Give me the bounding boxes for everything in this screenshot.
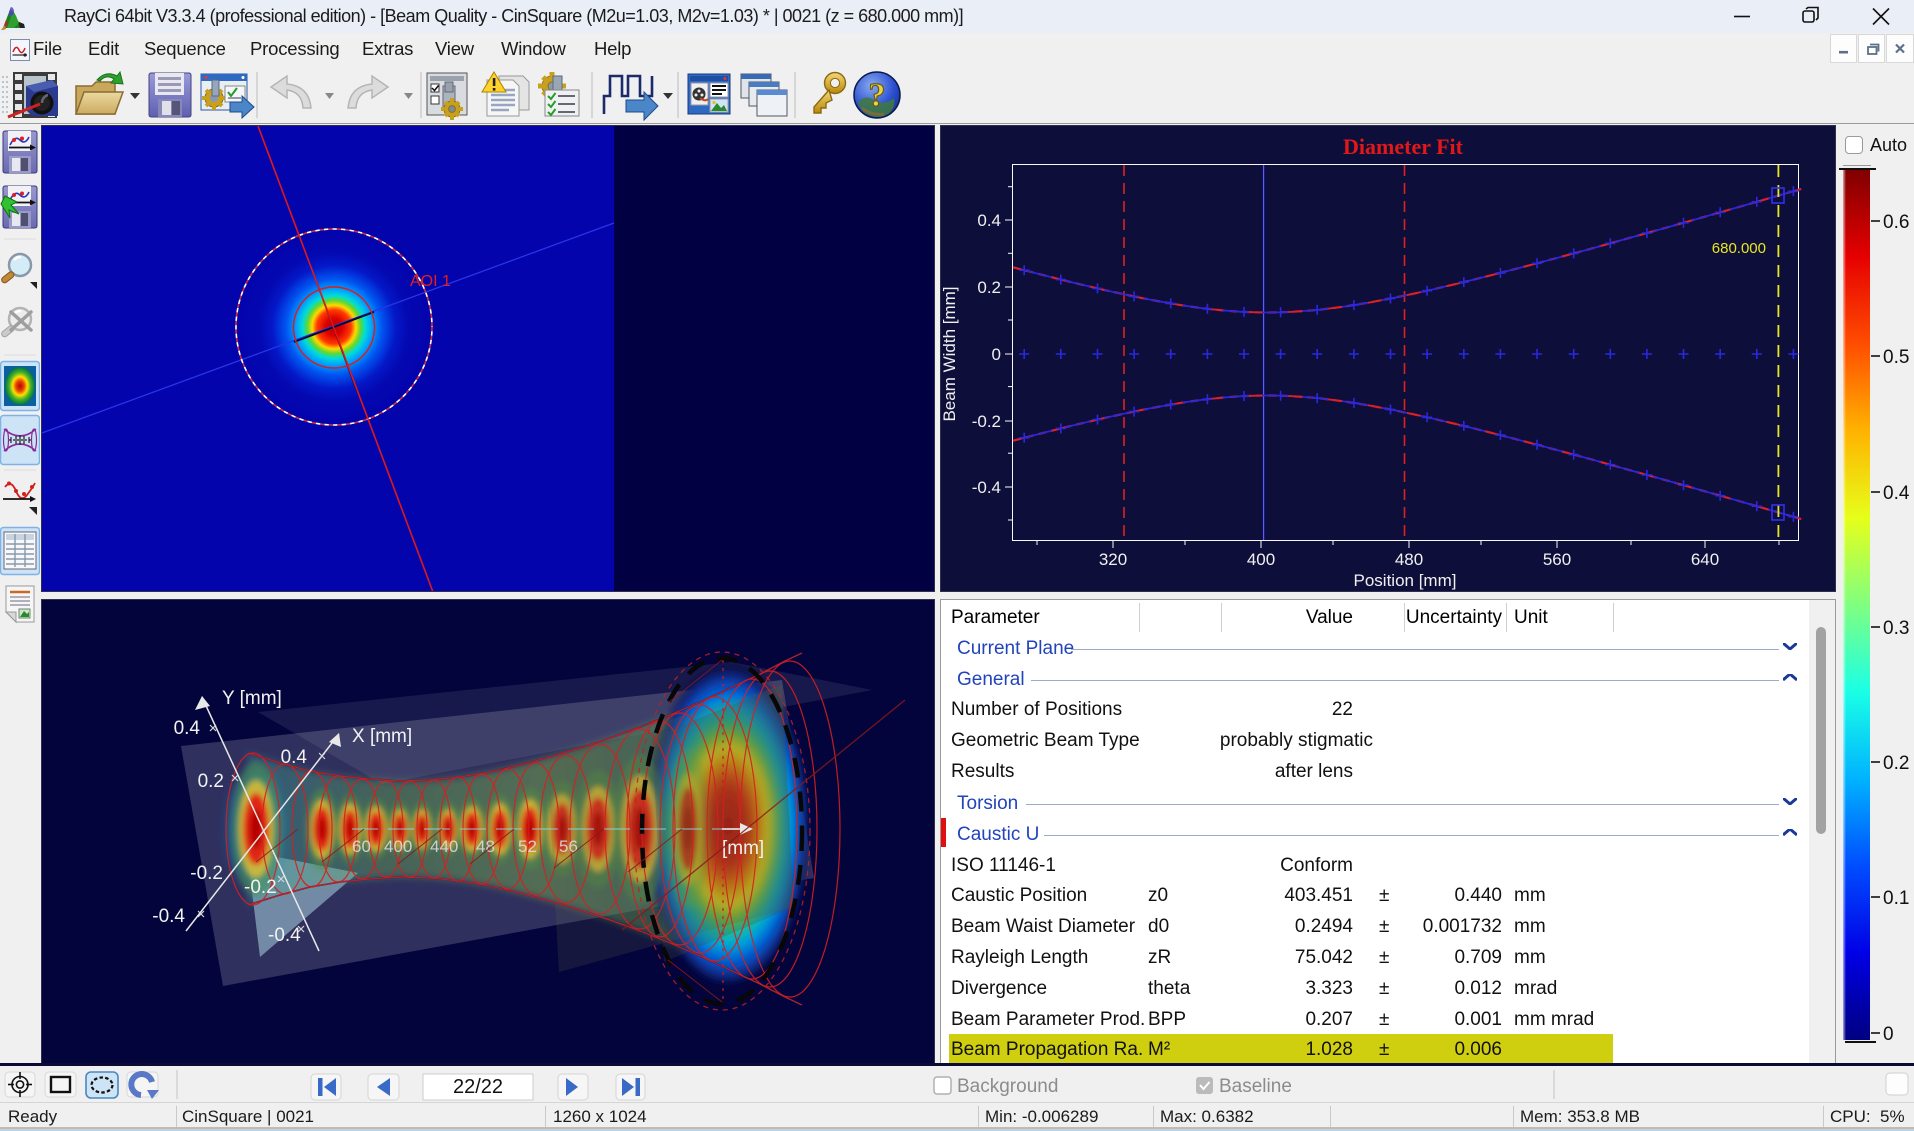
svg-text:X [mm]: X [mm]: [352, 726, 412, 747]
svg-text:Beam Width [mm]: Beam Width [mm]: [941, 286, 959, 421]
svg-text:22/22: 22/22: [453, 1076, 503, 1098]
svg-text:0.3: 0.3: [1883, 618, 1909, 639]
svg-text:0.4: 0.4: [281, 747, 308, 768]
svg-text:?: ?: [869, 77, 886, 114]
svg-text:0.4: 0.4: [977, 211, 1001, 230]
svg-text:0.5: 0.5: [1883, 347, 1909, 368]
svg-text:AOI 1: AOI 1: [410, 273, 451, 290]
svg-text:560: 560: [1543, 550, 1571, 569]
svg-text:-0.2: -0.2: [190, 863, 223, 884]
svg-text:-0.2: -0.2: [244, 877, 277, 898]
svg-text:640: 640: [1691, 550, 1719, 569]
svg-text:0: 0: [992, 345, 1001, 364]
svg-text:56: 56: [559, 837, 578, 856]
svg-text:-0.2: -0.2: [972, 412, 1001, 431]
svg-text:400: 400: [384, 837, 412, 856]
svg-text:0.2: 0.2: [977, 278, 1001, 297]
svg-text:480: 480: [1395, 550, 1423, 569]
svg-text:440: 440: [430, 837, 458, 856]
svg-text:-0.4: -0.4: [152, 906, 185, 927]
svg-text:0.6: 0.6: [1883, 212, 1909, 233]
svg-text:Position [mm]: Position [mm]: [1354, 571, 1457, 590]
svg-text:320: 320: [1099, 550, 1127, 569]
svg-text:0.1: 0.1: [1883, 888, 1909, 909]
svg-text:0: 0: [1883, 1024, 1894, 1045]
svg-text:0.4: 0.4: [174, 718, 201, 739]
svg-text:Diameter Fit: Diameter Fit: [1343, 134, 1464, 159]
svg-text:52: 52: [518, 837, 537, 856]
svg-text:0.2: 0.2: [198, 771, 224, 792]
svg-text:0.4: 0.4: [1883, 483, 1910, 504]
svg-text:60: 60: [352, 837, 371, 856]
svg-text:680.000: 680.000: [1712, 240, 1766, 257]
svg-text:Y [mm]: Y [mm]: [222, 688, 282, 709]
svg-text:400: 400: [1247, 550, 1275, 569]
svg-text:Baseline: Baseline: [1219, 1076, 1292, 1097]
svg-text:Background: Background: [957, 1076, 1058, 1097]
svg-text:-0.4: -0.4: [972, 478, 1001, 497]
svg-text:[mm]: [mm]: [722, 838, 764, 859]
svg-text:0.2: 0.2: [1883, 753, 1909, 774]
svg-text:-0.4: -0.4: [268, 925, 301, 946]
